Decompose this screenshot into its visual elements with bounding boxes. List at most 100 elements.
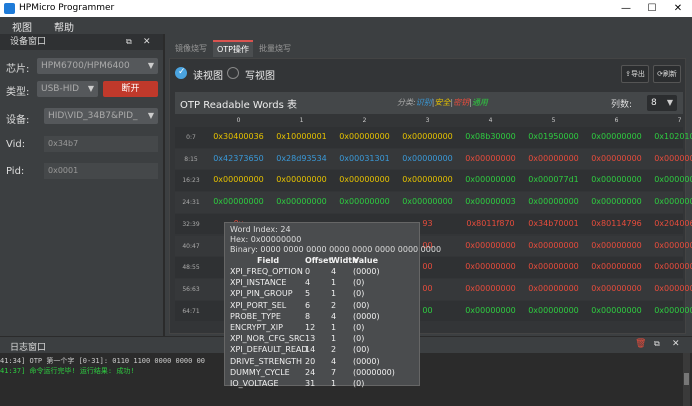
- chevron-down-icon: ▼: [147, 61, 154, 70]
- otp-word-cell[interactable]: 0x00000000: [459, 306, 522, 315]
- float-icon[interactable]: ⧉: [126, 34, 132, 50]
- otp-word-cell[interactable]: 0x00000000: [585, 154, 648, 163]
- tooltip-field-cell: 1: [331, 278, 337, 288]
- tooltip-binary: Binary: 0000 0000 0000 0000 0000 0000 00…: [230, 245, 442, 254]
- pid-label: Pid:: [6, 166, 25, 177]
- otp-word-cell[interactable]: 0x00000000: [459, 284, 522, 293]
- otp-word-cell[interactable]: 0x01950000: [522, 132, 585, 141]
- otp-word-cell[interactable]: 0x00000000: [648, 154, 692, 163]
- log-scrollbar-thumb[interactable]: [684, 373, 689, 385]
- refresh-label: 刷新: [662, 70, 677, 78]
- tooltip-word-index: Word Index: 24: [230, 225, 291, 234]
- pid-field[interactable]: 0x0001: [44, 163, 158, 179]
- otp-word-cell[interactable]: 0x00000000: [207, 175, 270, 184]
- tooltip-field-cell: 2: [331, 300, 337, 310]
- otp-word-cell[interactable]: 0x8011f870: [459, 219, 522, 228]
- otp-word-cell[interactable]: 0x00000003: [459, 197, 522, 206]
- tooltip-field-cell: 5: [305, 289, 311, 299]
- otp-word-cell[interactable]: 0x00000000: [585, 241, 648, 250]
- write-view-radio[interactable]: [227, 67, 239, 79]
- otp-word-cell[interactable]: 0x30400036: [207, 132, 270, 141]
- otp-word-cell[interactable]: 0x00000000: [585, 175, 648, 184]
- read-view-radio[interactable]: [175, 67, 187, 79]
- tooltip-field-cell: XPI_INSTANCE: [230, 278, 287, 288]
- device-select[interactable]: HID\VID_34B7&PID_ ▼: [44, 108, 158, 124]
- otp-word-cell[interactable]: 0x00000000: [585, 306, 648, 315]
- vid-field[interactable]: 0x34b7: [44, 136, 158, 152]
- otp-word-cell[interactable]: 0x00000000: [585, 262, 648, 271]
- otp-word-cell[interactable]: 0x00031301: [333, 154, 396, 163]
- device-panel: 设备窗口 ⧉ ✕: [0, 34, 163, 336]
- tooltip-field-cell: DRIVE_STRENGTH: [230, 356, 302, 366]
- chevron-down-icon: ▼: [147, 111, 154, 120]
- tab-otp[interactable]: OTP操作: [213, 40, 253, 57]
- otp-word-cell[interactable]: 0x00000000: [270, 175, 333, 184]
- otp-word-cell[interactable]: 0x00000000: [522, 154, 585, 163]
- tooltip-field-cell: 0: [305, 267, 311, 276]
- panel-close-icon[interactable]: ✕: [143, 34, 151, 50]
- menu-help[interactable]: 帮助: [54, 19, 74, 34]
- otp-word-cell[interactable]: 0x00000000: [522, 284, 585, 293]
- refresh-button[interactable]: ⟳刷新: [653, 65, 681, 83]
- menu-view[interactable]: 视图: [12, 19, 32, 34]
- otp-word-cell[interactable]: 0x00000000: [396, 197, 459, 206]
- otp-word-cell[interactable]: 0x00000000: [585, 132, 648, 141]
- otp-word-cell[interactable]: 0x00000000: [585, 197, 648, 206]
- otp-word-cell[interactable]: 0x00000000: [648, 284, 692, 293]
- otp-word-cell[interactable]: 0x34b70001: [522, 219, 585, 228]
- otp-word-cell[interactable]: 0x28d93534: [270, 154, 333, 163]
- otp-word-cell[interactable]: 0x00000000: [522, 241, 585, 250]
- otp-word-cell[interactable]: 0x00000000: [648, 241, 692, 250]
- otp-word-cell[interactable]: 0x00000000: [270, 197, 333, 206]
- otp-word-cell[interactable]: 0x00000000: [333, 132, 396, 141]
- tooltip-field-cell: XPI_PORT_SEL: [230, 300, 287, 310]
- otp-word-cell[interactable]: 0x00000000: [648, 197, 692, 206]
- type-select[interactable]: USB-HID ▼: [37, 81, 98, 97]
- otp-word-cell[interactable]: 0x42373650: [207, 154, 270, 163]
- panel-close-icon[interactable]: ✕: [672, 339, 680, 349]
- tab-batch-burn[interactable]: 批量烧写: [254, 40, 296, 57]
- float-icon[interactable]: ⧉: [654, 339, 660, 349]
- otp-word-cell[interactable]: 0x00000000: [648, 175, 692, 184]
- log-scrollbar[interactable]: [683, 353, 690, 406]
- otp-word-cell[interactable]: 0x00000000: [459, 154, 522, 163]
- otp-word-cell[interactable]: 0x00000000: [333, 197, 396, 206]
- otp-word-cell[interactable]: 0x00000000: [333, 175, 396, 184]
- minimize-icon[interactable]: —: [612, 0, 640, 17]
- tooltip-field-cell: 12: [305, 323, 316, 332]
- tab-image-burn[interactable]: 镜像烧写: [170, 40, 212, 57]
- otp-word-cell[interactable]: 0x00000000: [396, 132, 459, 141]
- type-label: 类型:: [6, 87, 30, 98]
- otp-word-cell[interactable]: 0x00000000: [585, 284, 648, 293]
- otp-word-cell[interactable]: 0x00000000: [522, 306, 585, 315]
- otp-word-cell[interactable]: 0x000077d1: [522, 175, 585, 184]
- maximize-icon[interactable]: ☐: [638, 0, 666, 17]
- tooltip-field-cell: 31: [305, 379, 316, 388]
- otp-word-cell[interactable]: 0x00000000: [396, 175, 459, 184]
- close-icon[interactable]: ✕: [664, 0, 692, 17]
- category-legend: 分类:识别|安全|密钥|通用: [397, 97, 488, 108]
- otp-word-cell[interactable]: 0x00000000: [396, 154, 459, 163]
- otp-word-cell[interactable]: 0x10201001: [648, 132, 692, 141]
- otp-word-cell[interactable]: 0x10000001: [270, 132, 333, 141]
- chip-select[interactable]: HPM6700/HPM6400 ▼: [37, 58, 158, 74]
- otp-word-cell[interactable]: 0x20400693: [648, 219, 692, 228]
- otp-word-cell[interactable]: 0x00000000: [459, 175, 522, 184]
- otp-word-cell[interactable]: 0x00000000: [522, 262, 585, 271]
- trash-icon[interactable]: 🗑: [635, 339, 646, 349]
- tooltip-col-header: Offset: [305, 256, 333, 265]
- otp-word-cell[interactable]: 0x00000000: [207, 197, 270, 206]
- otp-word-cell[interactable]: 0x00000000: [522, 197, 585, 206]
- disconnect-button[interactable]: 断开: [103, 81, 158, 97]
- otp-word-cell[interactable]: 0x00000000: [459, 241, 522, 250]
- otp-word-cell[interactable]: 0x00000000: [459, 262, 522, 271]
- otp-word-cell[interactable]: 0x08b30000: [459, 132, 522, 141]
- otp-word-cell[interactable]: 0x00000000: [648, 262, 692, 271]
- otp-word-cell[interactable]: 0x00000000: [648, 306, 692, 315]
- columns-select[interactable]: 8 ▼: [647, 95, 677, 111]
- otp-word-cell[interactable]: 0x80114796: [585, 219, 648, 228]
- export-button[interactable]: ⇪导出: [621, 65, 649, 83]
- tooltip-field-cell: (0000): [353, 267, 380, 276]
- window-title: HPMicro Programmer: [19, 3, 115, 13]
- tooltip-field-cell: 8: [305, 311, 311, 321]
